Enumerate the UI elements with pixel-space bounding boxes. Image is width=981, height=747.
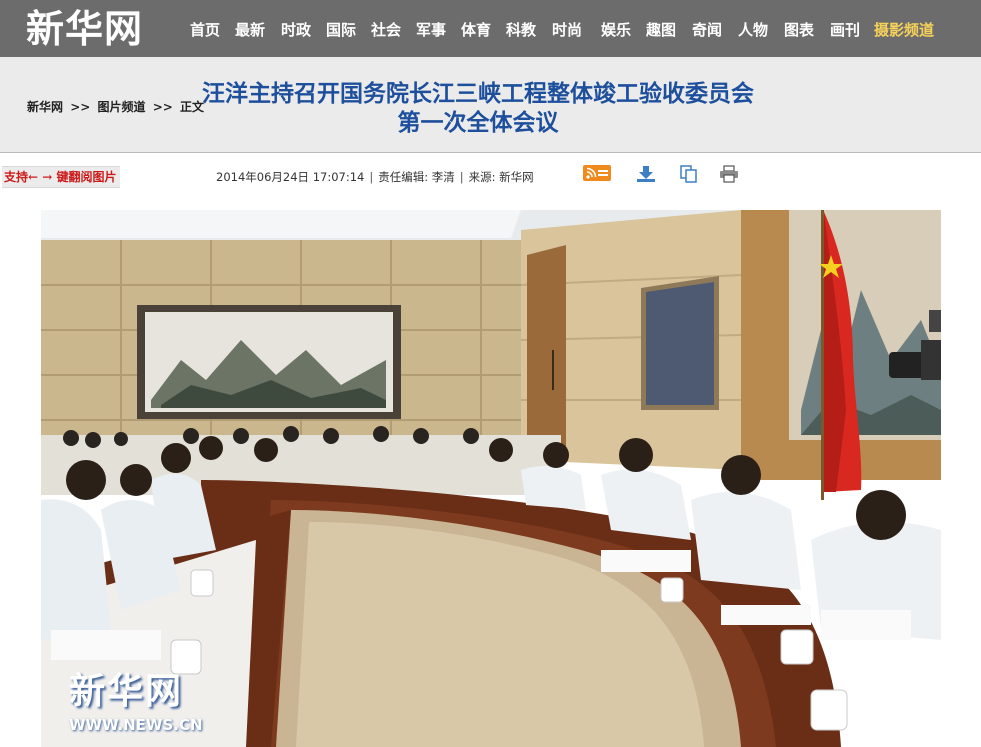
nav-item-fashion[interactable]: 时尚: [552, 20, 582, 40]
rss-icon[interactable]: [583, 165, 611, 181]
breadcrumb-separator: >>: [70, 100, 91, 114]
copy-icon[interactable]: [678, 165, 700, 183]
keyboard-navigation-hint: 支持← → 键翻阅图片: [2, 166, 120, 188]
print-icon[interactable]: [718, 165, 740, 183]
meeting-photo-illustration: [41, 210, 941, 747]
editor-credit: 责任编辑: 李清: [378, 170, 455, 184]
article-header: 新华网 >> 图片频道 >> 正文 汪洋主持召开国务院长江三峡工程整体竣工验收委…: [0, 57, 981, 153]
breadcrumb-home[interactable]: 新华网: [27, 100, 63, 114]
page-title-line-2: 第一次全体会议: [397, 109, 559, 136]
nav-item-charts[interactable]: 图表: [784, 20, 814, 40]
nav-item-people[interactable]: 人物: [738, 20, 768, 40]
news-photo[interactable]: 新华网 WWW.NEWS.CN: [41, 210, 941, 747]
nav-item-latest[interactable]: 最新: [235, 20, 265, 40]
nav-item-magazine[interactable]: 画刊: [830, 20, 860, 40]
nav-item-entertainment[interactable]: 娱乐: [601, 20, 631, 40]
source-credit: 来源: 新华网: [468, 170, 534, 184]
nav-item-society[interactable]: 社会: [371, 20, 401, 40]
photo-watermark-url: WWW.NEWS.CN: [69, 716, 203, 734]
top-nav-bar: 新华网 首页 最新 时政 国际 社会 军事 体育 科教 时尚 娱乐 趣图 奇闻 …: [0, 0, 981, 57]
page-title: 汪洋主持召开国务院长江三峡工程整体竣工验收委员会 第一次全体会议: [188, 79, 768, 137]
nav-item-military[interactable]: 军事: [416, 20, 446, 40]
breadcrumb-photo-channel[interactable]: 图片频道: [98, 100, 146, 114]
nav-item-scitech[interactable]: 科教: [506, 20, 536, 40]
nav-item-sports[interactable]: 体育: [461, 20, 491, 40]
nav-item-international[interactable]: 国际: [326, 20, 356, 40]
nav-item-funny-pics[interactable]: 趣图: [646, 20, 676, 40]
nav-item-politics[interactable]: 时政: [281, 20, 311, 40]
photo-watermark-logo: 新华网: [69, 671, 184, 712]
nav-item-photo-channel[interactable]: 摄影频道: [874, 20, 934, 40]
nav-item-oddities[interactable]: 奇闻: [692, 20, 722, 40]
download-icon[interactable]: [635, 165, 657, 183]
breadcrumb-separator: >>: [152, 100, 173, 114]
breadcrumb: 新华网 >> 图片频道 >> 正文: [27, 99, 207, 115]
nav-item-home[interactable]: 首页: [190, 20, 220, 40]
site-logo[interactable]: 新华网: [26, 6, 143, 52]
article-meta: 2014年06月24日 17:07:14 | 责任编辑: 李清 | 来源: 新华网: [216, 170, 534, 184]
publish-datetime: 2014年06月24日 17:07:14: [216, 170, 365, 184]
page-title-line-1: 汪洋主持召开国务院长江三峡工程整体竣工验收委员会: [202, 80, 754, 107]
meta-row: 支持← → 键翻阅图片 2014年06月24日 17:07:14 | 责任编辑: 李…: [0, 154, 981, 210]
